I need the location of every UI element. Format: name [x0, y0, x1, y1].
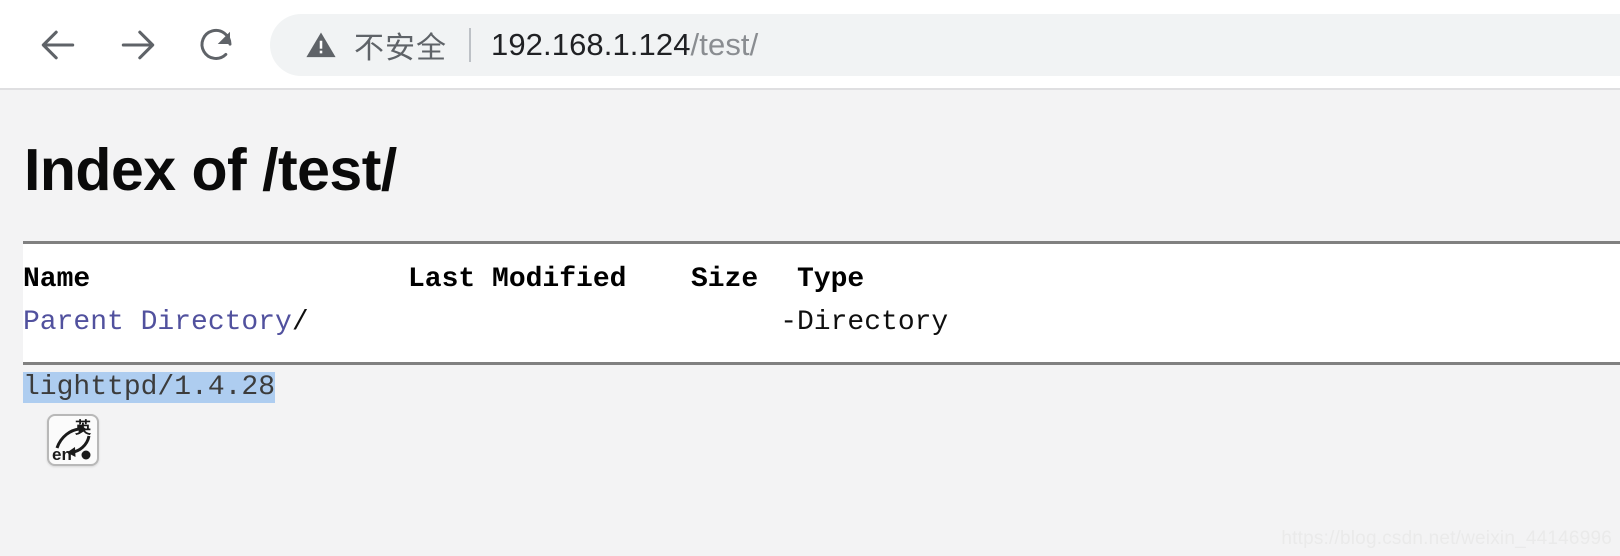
url-path: /test/	[690, 27, 759, 62]
column-header-last-modified[interactable]: Last Modified	[408, 258, 691, 301]
security-status-label: 不安全	[354, 32, 447, 65]
table-header-row: Name Last Modified Size Type	[23, 258, 948, 301]
column-header-size[interactable]: Size	[691, 258, 797, 301]
ime-switch-icon: en 英	[52, 418, 92, 464]
cell-type: Directory	[797, 306, 949, 338]
url-text: 192.168.1.124/test/	[491, 27, 758, 63]
name-suffix: /	[291, 306, 309, 338]
table-row: Parent Directory/ - Directory	[23, 301, 948, 344]
cell-last-modified	[408, 301, 691, 344]
directory-listing-block: Name Last Modified Size Type Parent Dire…	[23, 240, 1620, 365]
omnibox-divider	[469, 28, 471, 62]
browser-toolbar: 不安全 192.168.1.124/test/	[0, 0, 1620, 90]
forward-button[interactable]	[110, 17, 166, 73]
svg-text:en: en	[52, 445, 72, 464]
page-title: Index of /test/	[24, 137, 397, 203]
address-bar[interactable]: 不安全 192.168.1.124/test/	[270, 14, 1620, 76]
url-host: 192.168.1.124	[491, 27, 691, 62]
arrow-left-icon	[36, 23, 80, 67]
cell-size: -	[780, 306, 797, 338]
server-signature: lighttpd/1.4.28	[23, 368, 1620, 408]
not-secure-warning-icon[interactable]	[304, 28, 338, 62]
cell-name: Parent Directory/	[23, 301, 408, 344]
parent-directory-link[interactable]: Parent Directory	[23, 307, 292, 338]
column-header-type[interactable]: Type	[797, 258, 948, 301]
back-button[interactable]	[30, 17, 86, 73]
reload-icon	[195, 24, 237, 66]
directory-listing-table: Name Last Modified Size Type Parent Dire…	[23, 258, 948, 344]
watermark-text: https://blog.csdn.net/weixin_44146996	[1281, 528, 1612, 549]
svg-text:英: 英	[74, 418, 92, 437]
server-signature-text[interactable]: lighttpd/1.4.28	[23, 371, 276, 403]
reload-button[interactable]	[188, 17, 244, 73]
arrow-right-icon	[116, 23, 160, 67]
column-header-name[interactable]: Name	[23, 258, 408, 301]
ime-language-indicator[interactable]: en 英	[47, 413, 99, 466]
page-content: Index of /test/ Name Last Modified Size …	[0, 90, 1620, 556]
